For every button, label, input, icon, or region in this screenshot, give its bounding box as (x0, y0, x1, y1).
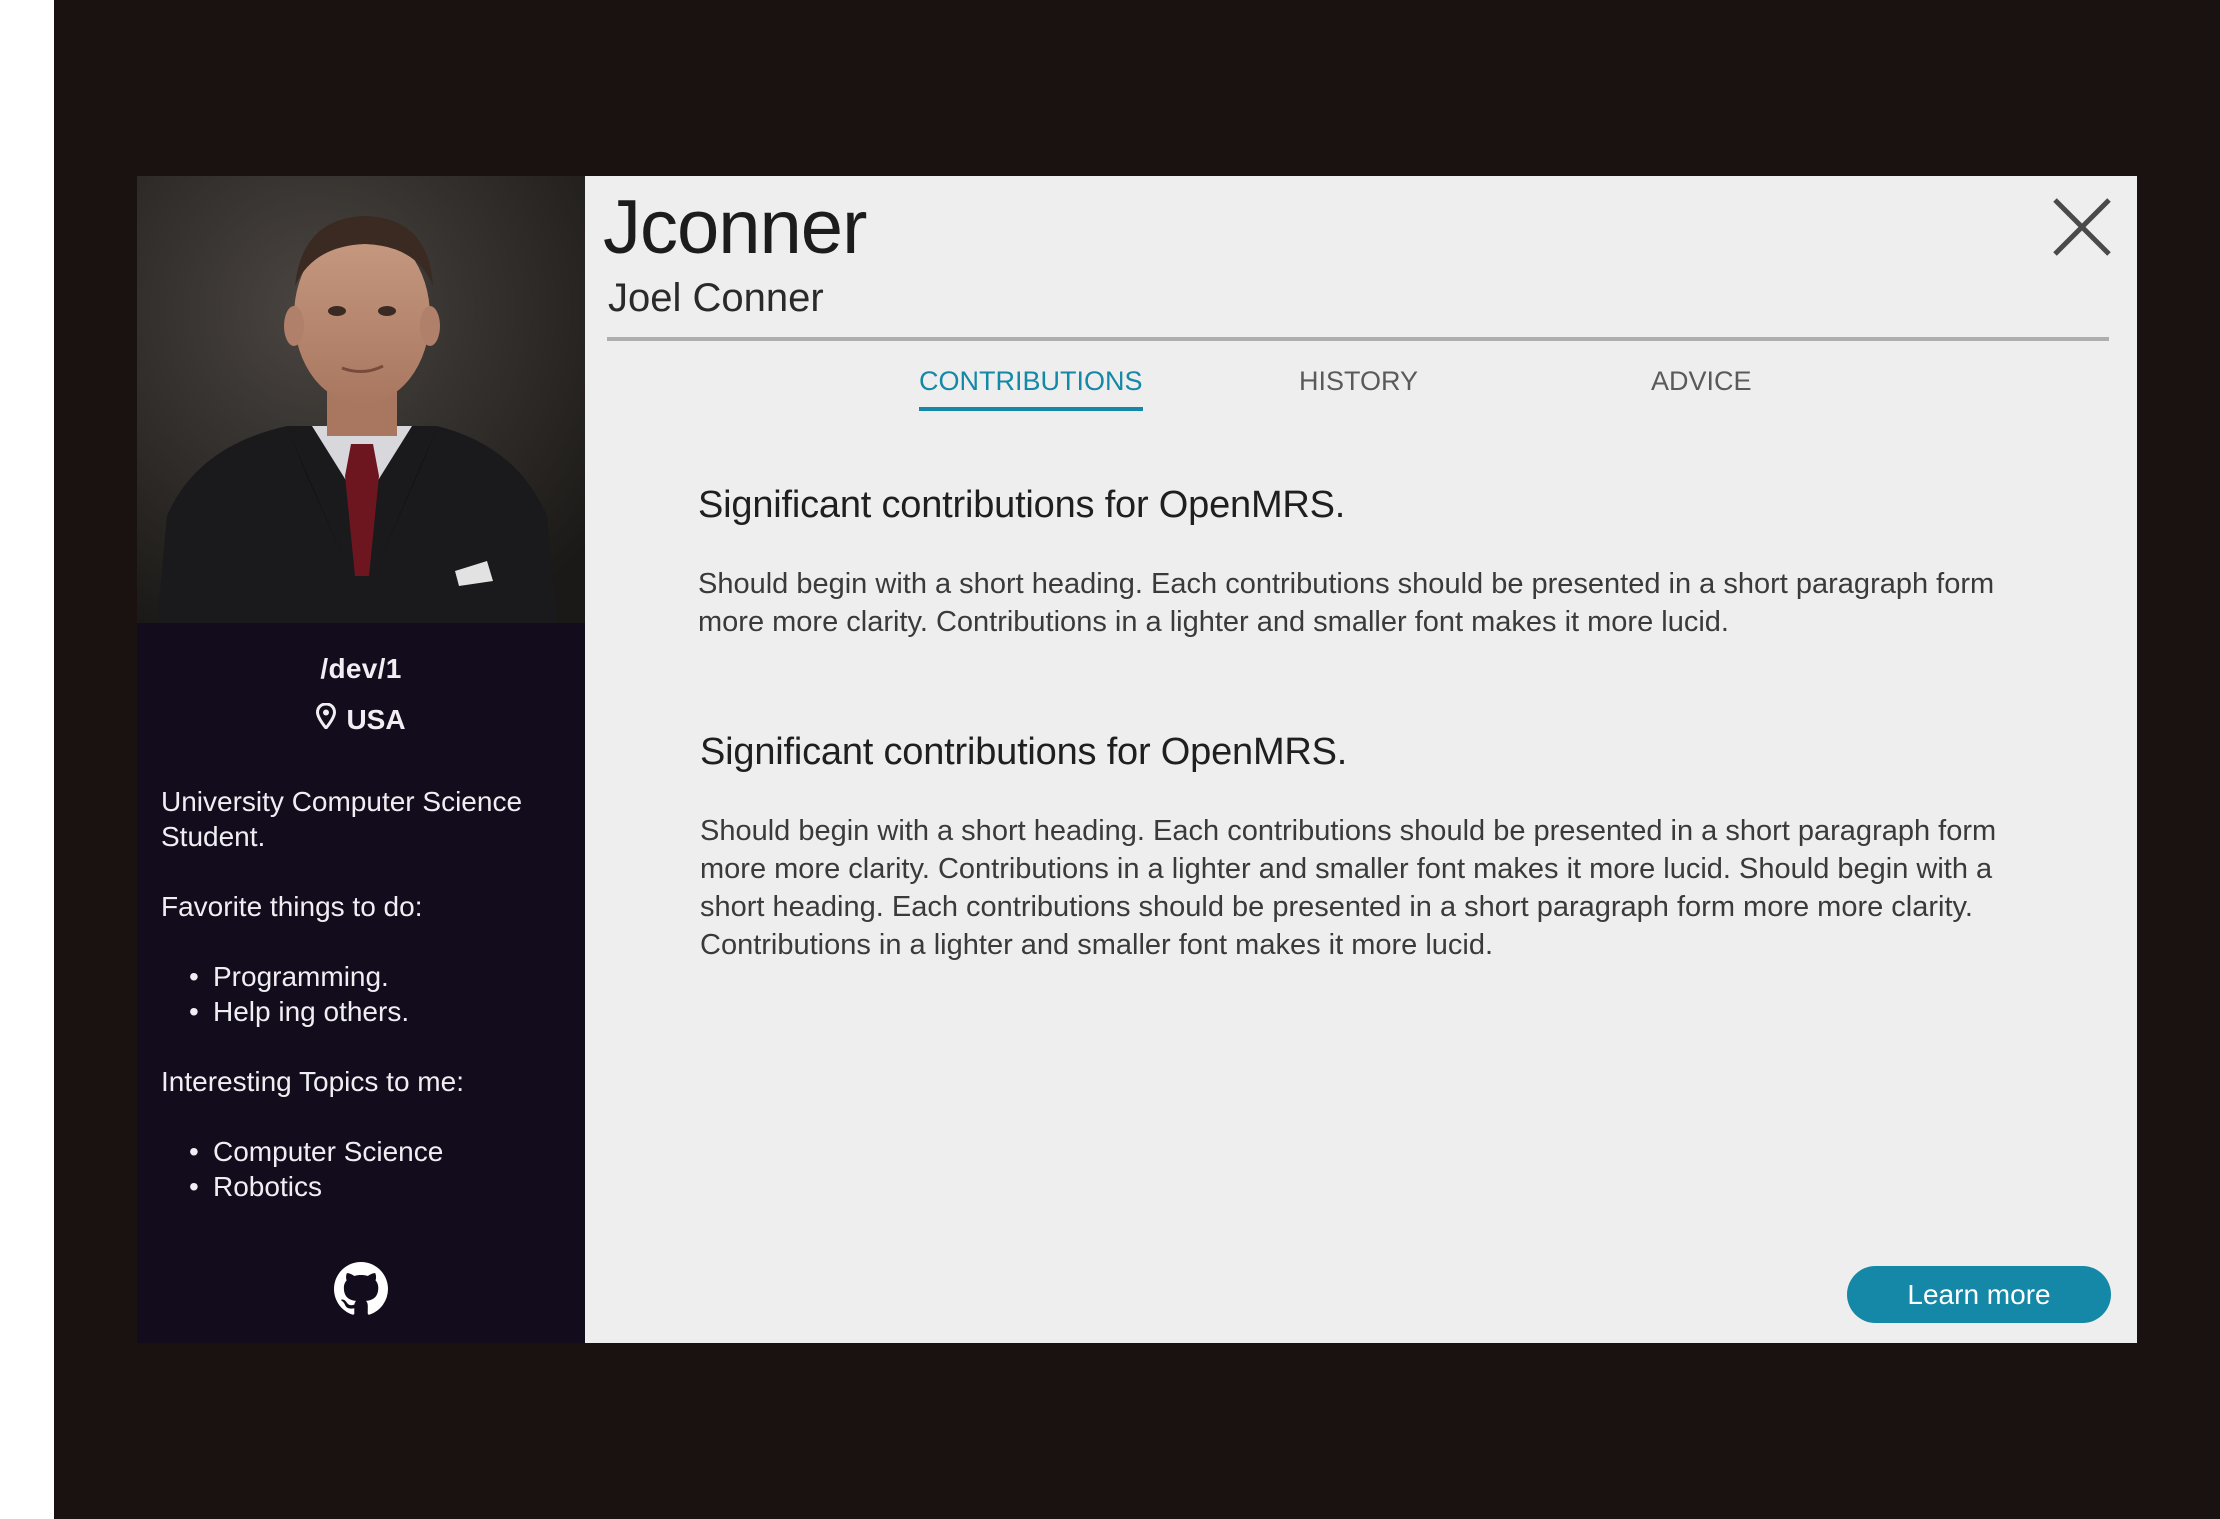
topics-list: Computer Science Robotics (161, 1134, 561, 1204)
username-title: Jconner (603, 185, 867, 270)
list-item: Programming. (189, 959, 561, 994)
contribution-section: Significant contributions for OpenMRS. S… (700, 731, 2030, 964)
tab-contributions[interactable]: CONTRIBUTIONS (919, 366, 1143, 411)
profile-sidebar: /dev/1 USA University Computer Science S… (137, 176, 585, 1343)
section-heading: Significant contributions for OpenMRS. (700, 731, 1348, 773)
profile-location: USA (137, 702, 585, 736)
github-icon[interactable] (334, 1262, 388, 1316)
header-divider (607, 337, 2109, 341)
close-icon (2053, 198, 2111, 256)
learn-more-button[interactable]: Learn more (1847, 1266, 2111, 1323)
favorites-heading: Favorite things to do: (161, 891, 423, 922)
tab-history[interactable]: HISTORY (1299, 366, 1418, 407)
contribution-section: Significant contributions for OpenMRS. S… (698, 484, 2028, 641)
favorites-list: Programming. Help ing others. (161, 959, 561, 1029)
list-item: Help ing others. (189, 994, 561, 1029)
full-name: Joel Conner (608, 276, 824, 320)
section-body: Should begin with a short heading. Each … (698, 568, 1995, 638)
list-item: Computer Science (189, 1134, 561, 1169)
profile-handle: /dev/1 (320, 653, 402, 684)
topics-heading: Interesting Topics to me: (161, 1066, 464, 1097)
section-heading: Significant contributions for OpenMRS. (698, 484, 1346, 526)
section-body: Should begin with a short heading. Each … (700, 815, 1997, 961)
profile-bio: University Computer Science Student. Fav… (137, 784, 585, 1204)
tab-bar: CONTRIBUTIONS HISTORY ADVICE (585, 366, 2137, 426)
profile-photo (137, 176, 585, 623)
bio-about: University Computer Science Student. (161, 786, 523, 852)
profile-modal: /dev/1 USA University Computer Science S… (137, 176, 2137, 1343)
close-button[interactable] (2051, 196, 2113, 258)
tab-advice[interactable]: ADVICE (1651, 366, 1752, 407)
profile-panel: Jconner Joel Conner CONTRIBUTIONS HISTOR… (585, 176, 2137, 1343)
list-item: Robotics (189, 1169, 561, 1204)
map-pin-icon (316, 702, 337, 736)
location-label: USA (346, 703, 406, 735)
